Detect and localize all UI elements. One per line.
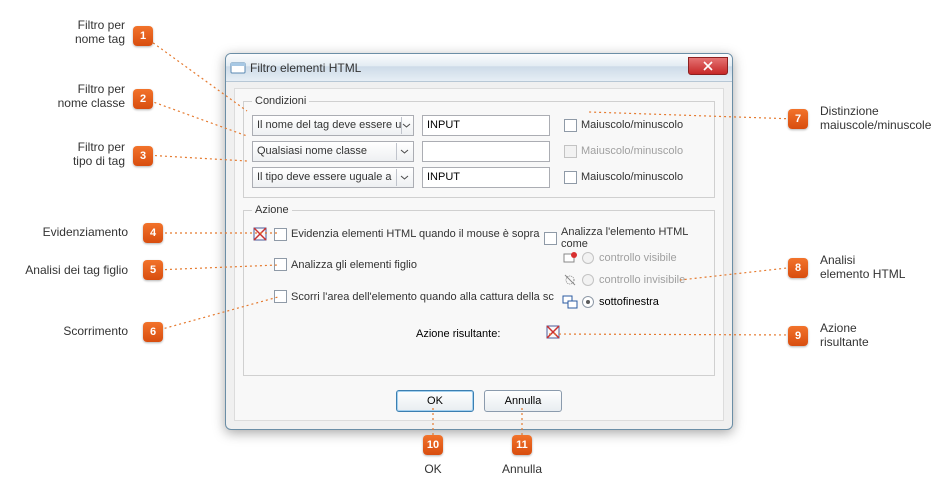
callout-scrolling: Scorrimento xyxy=(40,324,128,338)
invisible-control-label: controllo invisibile xyxy=(599,274,685,286)
combo-text: Il nome del tag deve essere u xyxy=(257,119,401,131)
tag-type-value-input[interactable]: INPUT xyxy=(422,167,550,188)
subwindow-radio[interactable] xyxy=(582,296,594,308)
chevron-down-icon xyxy=(396,169,411,186)
marker-5: 5 xyxy=(143,260,163,280)
subwindow-icon xyxy=(562,294,578,310)
dialog-client: Condizioni Il nome del tag deve essere u… xyxy=(234,88,724,421)
action-legend: Azione xyxy=(252,204,292,216)
chevron-down-icon xyxy=(396,143,411,160)
marker-3: 3 xyxy=(133,146,153,166)
subwindow-label: sottofinestra xyxy=(599,296,659,308)
close-button[interactable] xyxy=(688,57,728,75)
dialog-title: Filtro elementi HTML xyxy=(250,61,361,75)
analyze-as-checkbox[interactable]: Analizza l'elemento HTML come xyxy=(544,226,706,250)
visible-control-label: controllo visibile xyxy=(599,252,677,264)
conditions-group: Condizioni Il nome del tag deve essere u… xyxy=(243,95,715,198)
combo-text: Qualsiasi nome classe xyxy=(257,145,367,157)
tag-type-condition-combo[interactable]: Il tipo deve essere uguale a xyxy=(252,167,414,188)
dialog-window: Filtro elementi HTML Condizioni Il nome … xyxy=(225,53,733,430)
callout-child-analysis: Analisi dei tag figlio xyxy=(0,263,128,277)
tag-name-condition-combo[interactable]: Il nome del tag deve essere u xyxy=(252,115,414,136)
marker-2: 2 xyxy=(133,89,153,109)
marker-6: 6 xyxy=(143,322,163,342)
ok-button[interactable]: OK xyxy=(396,390,474,412)
callout-filter-tag-name: Filtro per nome tag xyxy=(45,18,125,47)
marker-9: 9 xyxy=(788,326,808,346)
invisible-control-radio xyxy=(582,274,594,286)
visible-control-icon xyxy=(562,250,578,266)
marker-8: 8 xyxy=(788,258,808,278)
marker-1: 1 xyxy=(133,26,153,46)
marker-4: 4 xyxy=(143,223,163,243)
callout-html-element-analysis: Analisi elemento HTML xyxy=(820,253,905,282)
class-name-case-checkbox: Maiuscolo/minuscolo xyxy=(564,145,683,158)
callout-ok: OK xyxy=(416,462,450,476)
marker-11: 11 xyxy=(512,435,532,455)
class-name-value-input[interactable] xyxy=(422,141,550,162)
conditions-legend: Condizioni xyxy=(252,95,309,107)
tag-type-case-checkbox[interactable]: Maiuscolo/minuscolo xyxy=(564,171,683,184)
callout-resulting-action: Azione risultante xyxy=(820,321,869,350)
callout-filter-class-name: Filtro per nome classe xyxy=(35,82,125,111)
action-group: Azione Evidenzia elementi HTML quando il… xyxy=(243,204,715,376)
app-icon xyxy=(230,60,246,76)
invisible-control-icon xyxy=(562,272,578,288)
callout-filter-tag-type: Filtro per tipo di tag xyxy=(45,140,125,169)
titlebar[interactable]: Filtro elementi HTML xyxy=(226,54,732,82)
chevron-down-icon xyxy=(401,117,411,134)
combo-text: Il tipo deve essere uguale a xyxy=(257,171,392,183)
cancel-button[interactable]: Annulla xyxy=(484,390,562,412)
scroll-area-checkbox[interactable]: Scorri l'area dell'elemento quando alla … xyxy=(274,290,554,303)
marker-7: 7 xyxy=(788,109,808,129)
tag-name-value-input[interactable]: INPUT xyxy=(422,115,550,136)
callout-cancel: Annulla xyxy=(498,462,546,476)
resulting-action-icon xyxy=(545,324,561,340)
class-name-condition-combo[interactable]: Qualsiasi nome classe xyxy=(252,141,414,162)
resulting-action-label: Azione risultante: xyxy=(416,328,500,340)
visible-control-radio xyxy=(582,252,594,264)
analyze-children-checkbox[interactable]: Analizza gli elementi figlio xyxy=(274,258,417,271)
callout-highlighting: Evidenziamento xyxy=(20,225,128,239)
highlight-checkbox[interactable]: Evidenzia elementi HTML quando il mouse … xyxy=(274,228,539,241)
highlight-icon xyxy=(252,226,268,242)
callout-case-sensitivity: Distinzione maiuscole/minuscole xyxy=(820,104,931,133)
marker-10: 10 xyxy=(423,435,443,455)
tag-name-case-checkbox[interactable]: Maiuscolo/minuscolo xyxy=(564,119,683,132)
